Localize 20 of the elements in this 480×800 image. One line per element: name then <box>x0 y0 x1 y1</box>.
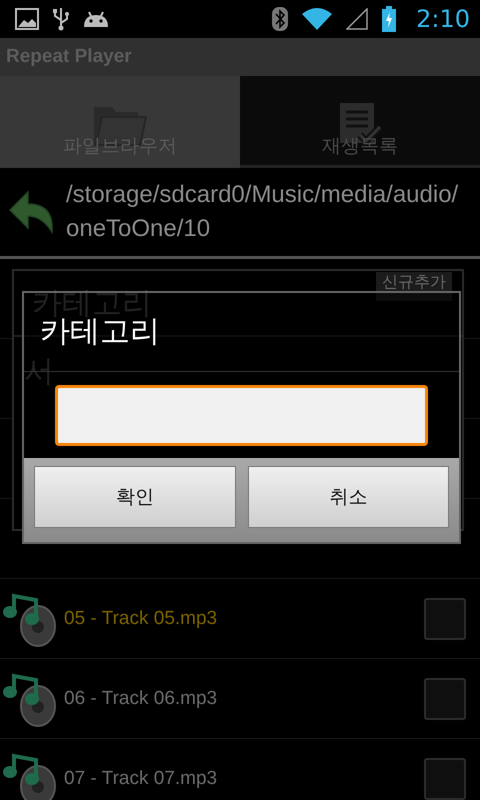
picture-icon <box>15 8 39 30</box>
checkbox[interactable] <box>424 598 466 640</box>
track-name[interactable]: 07 - Track 07.mp3 <box>64 768 424 790</box>
folder-path: /storage/sdcard0/Music/media/audio/oneToOne/10 <box>66 180 460 244</box>
input-field[interactable] <box>55 384 428 446</box>
tab[interactable]: 재생목록 <box>240 76 480 168</box>
dialog-button[interactable]: 확인 <box>34 466 236 528</box>
usb-icon <box>53 6 69 32</box>
android-icon <box>83 9 109 29</box>
battery-icon <box>382 6 396 32</box>
checkbox[interactable] <box>424 758 466 800</box>
checkbox[interactable] <box>424 678 466 720</box>
clock: 2:10 <box>416 5 470 33</box>
add-button[interactable]: 신규추가 <box>376 272 452 301</box>
wifi-icon <box>302 8 332 30</box>
track-name[interactable]: 05 - Track 05.mp3 <box>64 608 424 630</box>
dialog-button[interactable]: 취소 <box>248 466 449 528</box>
bluetooth-icon <box>272 7 288 31</box>
signal-icon <box>346 8 368 30</box>
track-name[interactable]: 06 - Track 06.mp3 <box>64 688 424 710</box>
